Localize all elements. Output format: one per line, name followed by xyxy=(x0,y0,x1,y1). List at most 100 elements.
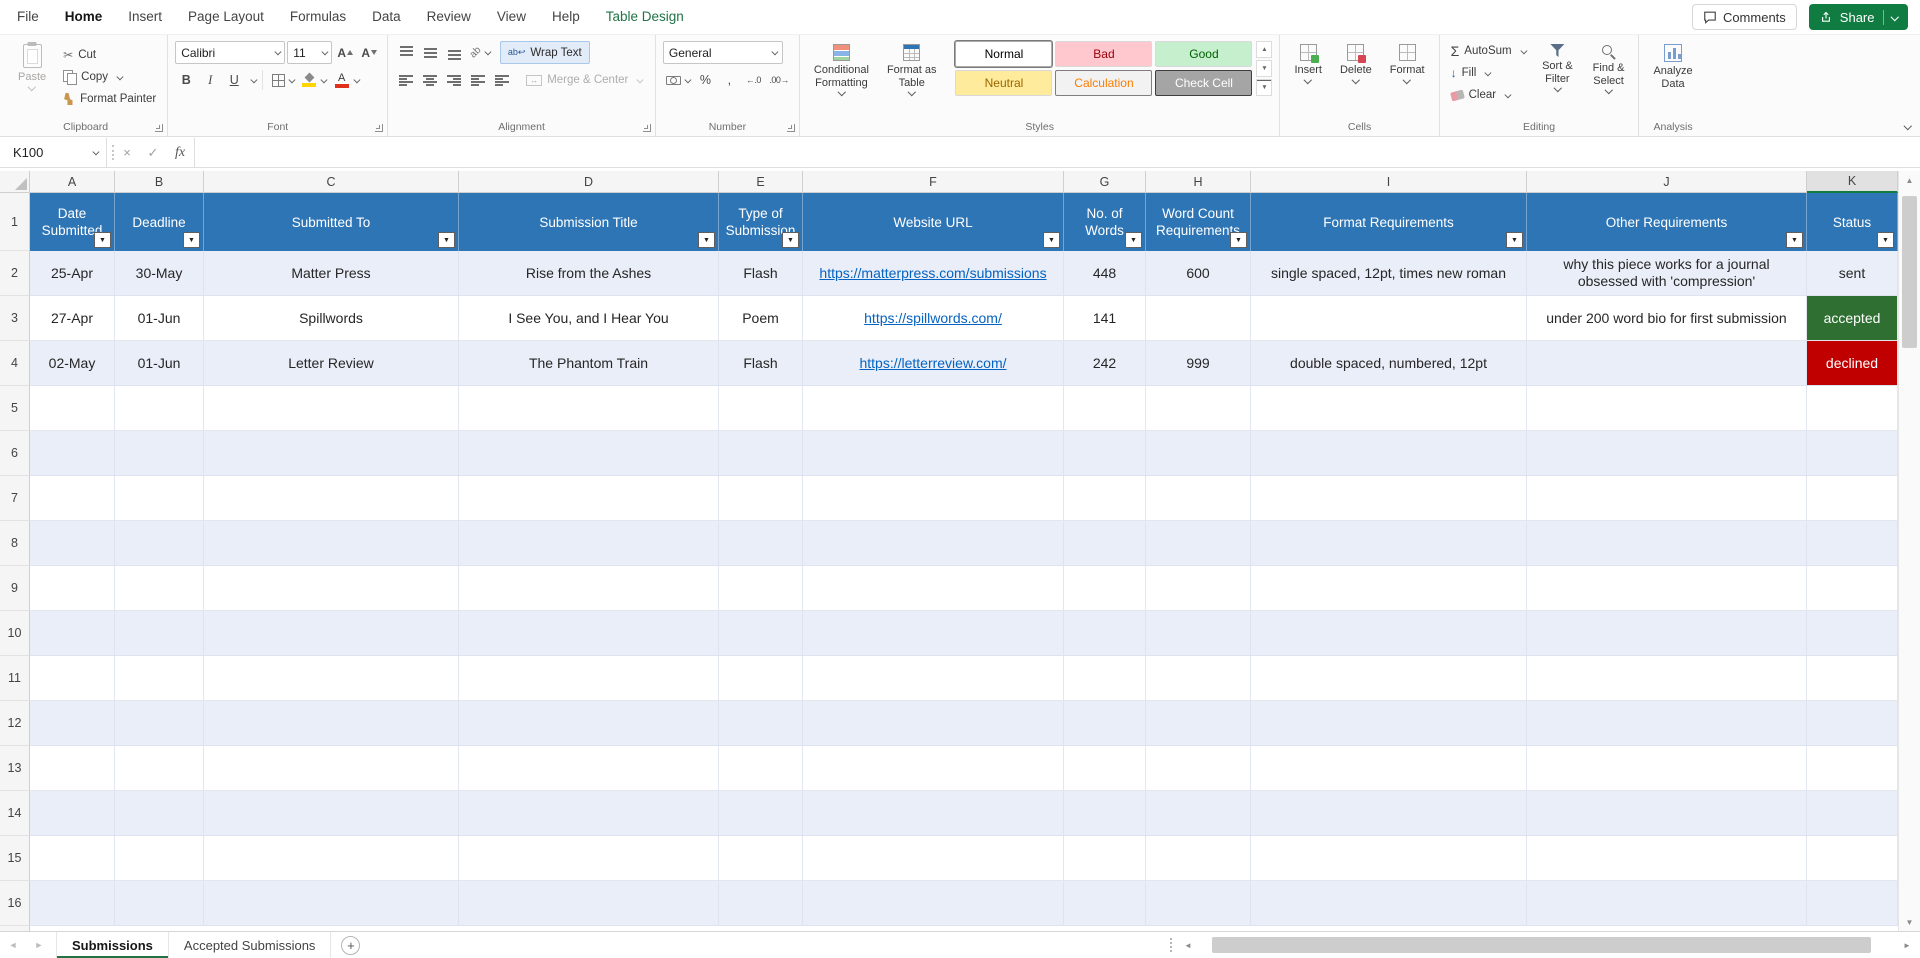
row-header-9[interactable]: 9 xyxy=(0,566,30,611)
autosum-button[interactable]: Σ AutoSum xyxy=(1447,41,1529,61)
wrap-text-button[interactable]: ab↩ Wrap Text xyxy=(499,41,590,64)
filter-button-type-of-submission[interactable]: ▼ xyxy=(782,232,799,248)
cell-E11[interactable] xyxy=(719,656,803,701)
cell-C15[interactable] xyxy=(204,836,459,881)
cell-D6[interactable] xyxy=(459,431,719,476)
menu-tab-file[interactable]: File xyxy=(4,0,52,34)
cell-A15[interactable] xyxy=(30,836,115,881)
cell-A16[interactable] xyxy=(30,881,115,926)
formula-bar-handle[interactable] xyxy=(107,145,114,160)
filter-button-status[interactable]: ▼ xyxy=(1877,232,1894,248)
cell-D9[interactable] xyxy=(459,566,719,611)
new-sheet-button[interactable]: + xyxy=(341,935,361,955)
cell-H11[interactable] xyxy=(1146,656,1251,701)
table-header-date-submitted[interactable]: Date Submitted ▼ xyxy=(30,193,115,251)
cell-K16[interactable] xyxy=(1807,881,1898,926)
gallery-more-button[interactable]: ▼ xyxy=(1256,79,1273,96)
table-header-deadline[interactable]: Deadline ▼ xyxy=(115,193,204,251)
cell-I15[interactable] xyxy=(1251,836,1527,881)
cell-D11[interactable] xyxy=(459,656,719,701)
cell-F5[interactable] xyxy=(803,386,1064,431)
collapse-ribbon-button[interactable] xyxy=(1903,121,1912,130)
cell-K5[interactable] xyxy=(1807,386,1898,431)
cell-K7[interactable] xyxy=(1807,476,1898,521)
cell-A8[interactable] xyxy=(30,521,115,566)
cell-D16[interactable] xyxy=(459,881,719,926)
cell-C13[interactable] xyxy=(204,746,459,791)
vertical-scroll-track[interactable] xyxy=(1899,189,1920,913)
cell-J7[interactable] xyxy=(1527,476,1807,521)
cell-H15[interactable] xyxy=(1146,836,1251,881)
cell-G10[interactable] xyxy=(1064,611,1146,656)
cell-B15[interactable] xyxy=(115,836,204,881)
table-header-word-count-requirements[interactable]: Word Count Requirements ▼ xyxy=(1146,193,1251,251)
filter-button-submitted-to[interactable]: ▼ xyxy=(438,232,455,248)
menu-tab-formulas[interactable]: Formulas xyxy=(277,0,359,34)
menu-tab-table-design[interactable]: Table Design xyxy=(593,0,697,34)
cell-D5[interactable] xyxy=(459,386,719,431)
cell-C12[interactable] xyxy=(204,701,459,746)
menu-tab-home[interactable]: Home xyxy=(52,0,116,34)
cell-C4[interactable]: Letter Review xyxy=(204,341,459,386)
cell-H14[interactable] xyxy=(1146,791,1251,836)
borders-button[interactable] xyxy=(269,69,297,91)
cell-F16[interactable] xyxy=(803,881,1064,926)
cell-A14[interactable] xyxy=(30,791,115,836)
scroll-up-icon[interactable]: ▲ xyxy=(1899,171,1920,189)
cell-I11[interactable] xyxy=(1251,656,1527,701)
cell-E3[interactable]: Poem xyxy=(719,296,803,341)
cell-F8[interactable] xyxy=(803,521,1064,566)
cell-A9[interactable] xyxy=(30,566,115,611)
cell-A2[interactable]: 25-Apr xyxy=(30,251,115,296)
row-header-1[interactable]: 1 xyxy=(0,193,30,251)
cell-C5[interactable] xyxy=(204,386,459,431)
cell-G5[interactable] xyxy=(1064,386,1146,431)
cell-F3[interactable]: https://spillwords.com/ xyxy=(803,296,1064,341)
horizontal-scroll-track[interactable] xyxy=(1198,932,1897,958)
cell-E7[interactable] xyxy=(719,476,803,521)
cell-J2[interactable]: why this piece works for a journal obses… xyxy=(1527,251,1807,296)
cell-B12[interactable] xyxy=(115,701,204,746)
top-align-button[interactable] xyxy=(395,42,417,64)
cell-C10[interactable] xyxy=(204,611,459,656)
cell-J9[interactable] xyxy=(1527,566,1807,611)
cell-E15[interactable] xyxy=(719,836,803,881)
cell-B13[interactable] xyxy=(115,746,204,791)
format-painter-button[interactable]: Format Painter xyxy=(59,89,160,109)
copy-button[interactable]: Copy xyxy=(59,67,160,87)
cell-B14[interactable] xyxy=(115,791,204,836)
cell-I14[interactable] xyxy=(1251,791,1527,836)
row-header-7[interactable]: 7 xyxy=(0,476,30,521)
merge-center-button[interactable]: ↔ Merge & Center xyxy=(520,69,648,91)
select-all-button[interactable] xyxy=(0,171,30,193)
decrease-indent-button[interactable] xyxy=(467,69,489,91)
format-cells-button[interactable]: Format xyxy=(1383,41,1432,85)
cell-F15[interactable] xyxy=(803,836,1064,881)
row-header-3[interactable]: 3 xyxy=(0,296,30,341)
cell-E4[interactable]: Flash xyxy=(719,341,803,386)
cell-G12[interactable] xyxy=(1064,701,1146,746)
insert-function-icon[interactable]: fx xyxy=(166,138,194,167)
cell-G4[interactable]: 242 xyxy=(1064,341,1146,386)
percent-style-button[interactable]: % xyxy=(694,69,716,91)
cell-E9[interactable] xyxy=(719,566,803,611)
cell-J15[interactable] xyxy=(1527,836,1807,881)
cell-H2[interactable]: 600 xyxy=(1146,251,1251,296)
gallery-down-button[interactable]: ▼ xyxy=(1256,60,1273,77)
cell-F7[interactable] xyxy=(803,476,1064,521)
column-header-g[interactable]: G xyxy=(1064,171,1146,193)
table-header-website-url[interactable]: Website URL ▼ xyxy=(803,193,1064,251)
filter-button-submission-title[interactable]: ▼ xyxy=(698,232,715,248)
cell-H10[interactable] xyxy=(1146,611,1251,656)
cell-J8[interactable] xyxy=(1527,521,1807,566)
filter-button-no-of-words[interactable]: ▼ xyxy=(1125,232,1142,248)
cell-F4[interactable]: https://letterreview.com/ xyxy=(803,341,1064,386)
cell-B7[interactable] xyxy=(115,476,204,521)
cell-C2[interactable]: Matter Press xyxy=(204,251,459,296)
cell-K8[interactable] xyxy=(1807,521,1898,566)
cell-G3[interactable]: 141 xyxy=(1064,296,1146,341)
vertical-scrollbar[interactable]: ▲ ▼ xyxy=(1898,171,1920,931)
row-header-14[interactable]: 14 xyxy=(0,791,30,836)
table-header-submitted-to[interactable]: Submitted To ▼ xyxy=(204,193,459,251)
cell-K14[interactable] xyxy=(1807,791,1898,836)
